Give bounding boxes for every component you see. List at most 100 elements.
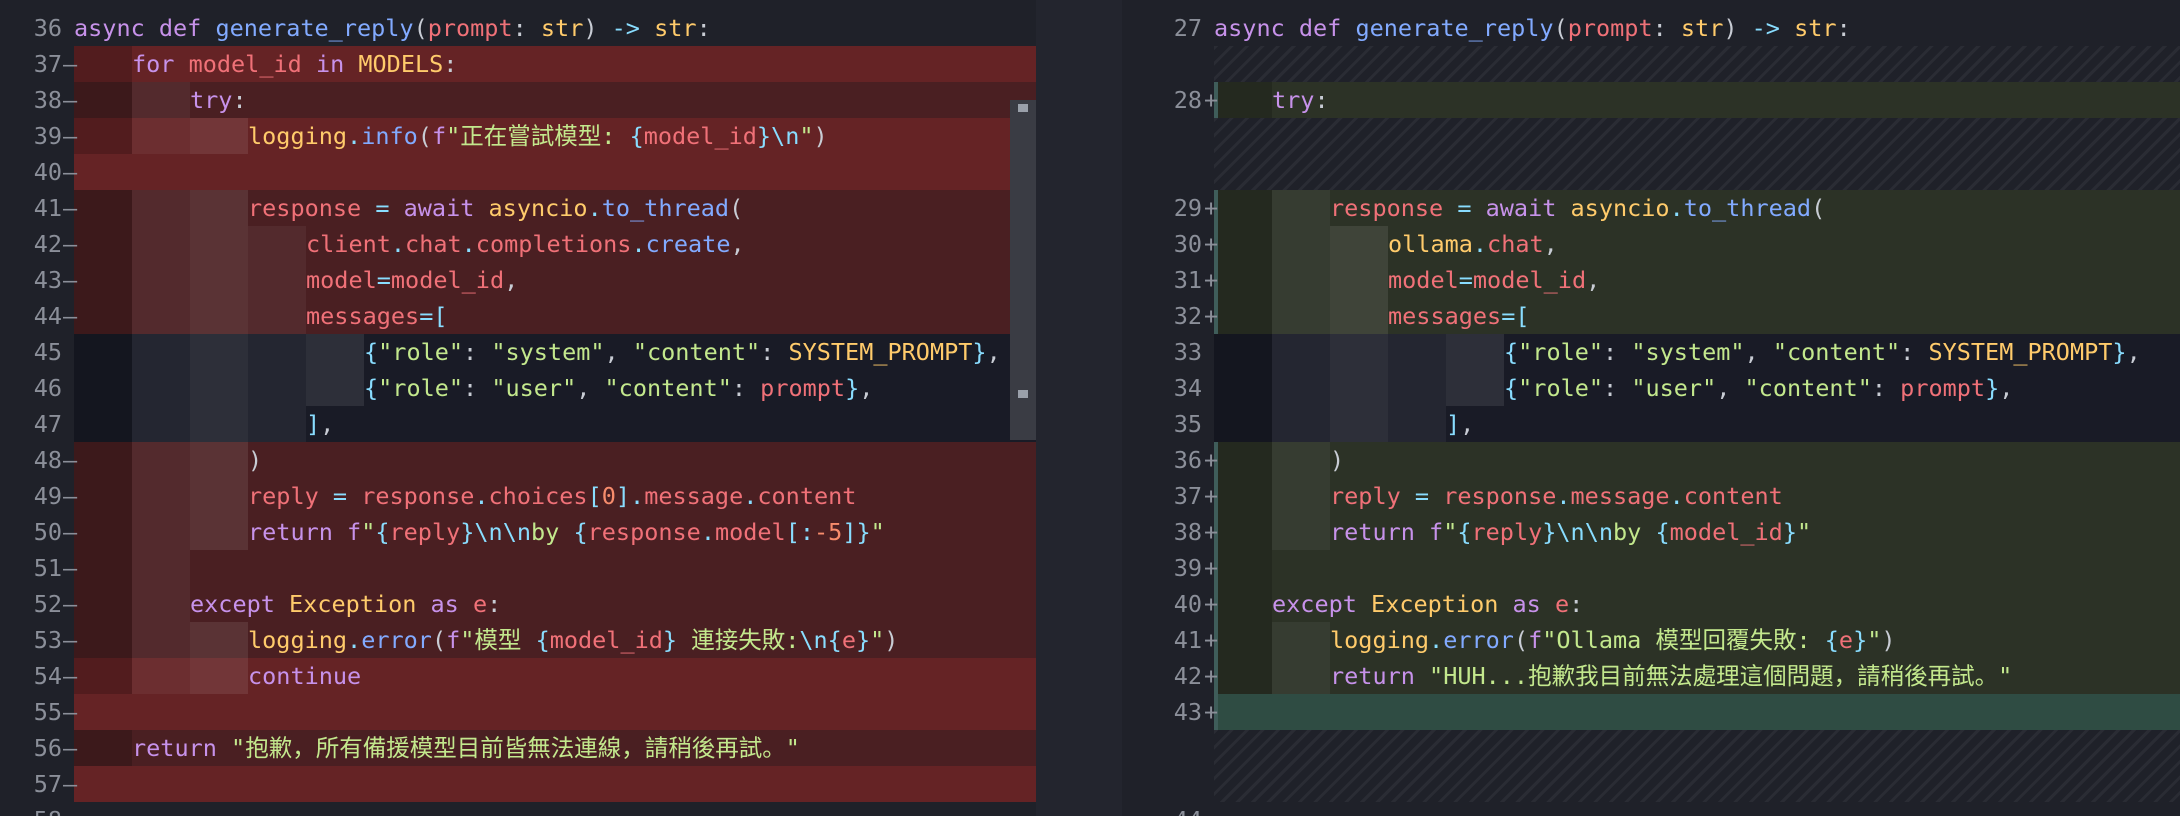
- code-line[interactable]: 42 + return "HUH...抱歉我目前無法處理這個問題，請稍後再試。": [1122, 658, 2180, 694]
- code-token: continue: [248, 662, 362, 690]
- code-line[interactable]: 41 + logging.error(f"Ollama 模型回覆失敗: {e}"): [1122, 622, 2180, 658]
- indent-guide: [74, 658, 132, 694]
- indent-guide: [74, 262, 132, 298]
- code-line[interactable]: 40—: [0, 154, 1036, 190]
- code-line[interactable]: 27 async def generate_reply(prompt: str) …: [1122, 10, 2180, 46]
- code-line[interactable]: 42— client.chat.completions.create,: [0, 226, 1036, 262]
- code-token: .: [587, 194, 602, 222]
- code-line[interactable]: 28 + try:: [1122, 82, 2180, 118]
- addition-marker: +: [1204, 266, 1219, 294]
- code-text: model=model_id,: [306, 262, 518, 298]
- code-line[interactable]: 30 + ollama.chat,: [1122, 226, 2180, 262]
- indent-guide: [132, 262, 190, 298]
- indent-guide: [132, 334, 190, 370]
- code-line[interactable]: 37— for model_id in MODELS:: [0, 46, 1036, 82]
- line-number: 40: [1173, 590, 1202, 618]
- code-line[interactable]: 35],: [1122, 406, 2180, 442]
- code-line[interactable]: 58: [0, 802, 1036, 816]
- code-token: e: [472, 590, 488, 618]
- code-token: }\n: [756, 122, 800, 150]
- code-token: "Ollama 模型回覆失敗:: [1542, 626, 1825, 654]
- indent-guide: [74, 226, 132, 262]
- code-token: .: [1556, 482, 1571, 510]
- code-line[interactable]: 43— model=model_id,: [0, 262, 1036, 298]
- code-token: "content": [604, 374, 732, 402]
- code-token: }: [2112, 338, 2127, 366]
- indent-guide: [1214, 334, 1272, 370]
- code-token: ,: [504, 266, 519, 294]
- code-line[interactable]: 36 +): [1122, 442, 2180, 478]
- indent-guide: [1330, 226, 1388, 262]
- line-highlight: [1214, 802, 2180, 816]
- code-token: ": [870, 626, 885, 654]
- code-token: return: [132, 734, 232, 762]
- code-token: response: [361, 482, 475, 510]
- code-line[interactable]: 38— try:: [0, 82, 1036, 118]
- indent-guide: [1214, 550, 1272, 586]
- indent-guide: [1214, 586, 1272, 622]
- code-line[interactable]: 34 {"role": "user", "content": prompt},: [1122, 370, 2180, 406]
- code-line[interactable]: 46 {"role": "user", "content": prompt},: [0, 370, 1036, 406]
- code-token: Exception: [289, 590, 431, 618]
- code-line[interactable]: 54— continue: [0, 658, 1036, 694]
- code-line[interactable]: 52— except Exception as e:: [0, 586, 1036, 622]
- code-token: by: [1613, 518, 1656, 546]
- code-line[interactable]: 53— logging.error(f"模型 {model_id} 連接失敗:\n…: [0, 622, 1036, 658]
- code-line[interactable]: 56— return "抱歉，所有備援模型目前皆無法連線，請稍後再試。": [0, 730, 1036, 766]
- code-line[interactable]: 55—: [0, 694, 1036, 730]
- code-line[interactable]: 32 + messages=[: [1122, 298, 2180, 334]
- code-line[interactable]: 41— response = await asyncio.to_thread(: [0, 190, 1036, 226]
- code-token: (: [1553, 14, 1568, 42]
- code-line[interactable]: 36 async def generate_reply(prompt: str) …: [0, 10, 1036, 46]
- minimap-scrollbar[interactable]: [1010, 100, 1036, 440]
- code-line[interactable]: 39— logging.info(f"正在嘗試模型: {model_id}\n"): [0, 118, 1036, 154]
- code-line[interactable]: 39 +: [1122, 550, 2180, 586]
- modified-file-pane[interactable]: 27 async def generate_reply(prompt: str) …: [1122, 10, 2180, 816]
- code-line[interactable]: 29 + response = await asyncio.to_thread(: [1122, 190, 2180, 226]
- code-line[interactable]: 40 + except Exception as e:: [1122, 586, 2180, 622]
- code-line[interactable]: 48—): [0, 442, 1036, 478]
- addition-marker: +: [1204, 518, 1219, 546]
- diff-editor: 36 async def generate_reply(prompt: str) …: [0, 0, 2180, 816]
- indent-guide: [1214, 82, 1272, 118]
- code-line[interactable]: 37 + reply = response.message.content: [1122, 478, 2180, 514]
- code-line[interactable]: 43 +: [1122, 694, 2180, 730]
- indent-guide: [190, 442, 248, 478]
- code-line[interactable]: 31 + model=model_id,: [1122, 262, 2180, 298]
- pane-divider[interactable]: [1036, 0, 1122, 816]
- code-token: ": [1796, 518, 1812, 546]
- indent-guide: [1330, 262, 1388, 298]
- code-token: "role": [1518, 374, 1604, 402]
- code-line[interactable]: 44: [1122, 802, 2180, 816]
- code-token: ": [870, 518, 885, 546]
- indent-guide: [1214, 298, 1272, 334]
- code-line[interactable]: 49— reply = response.choices[0].message.c…: [0, 478, 1036, 514]
- code-line[interactable]: 50— return f"{reply}\n\nby {response.mode…: [0, 514, 1036, 550]
- code-token: "抱歉，所有備援模型目前皆無法連線，請稍後再試。": [231, 734, 800, 762]
- code-line[interactable]: 45 {"role": "system", "content": SYSTEM_P…: [0, 334, 1036, 370]
- original-file-pane[interactable]: 36 async def generate_reply(prompt: str) …: [0, 10, 1036, 816]
- addition-marker: +: [1204, 194, 1219, 222]
- code-token: :: [1603, 374, 1632, 402]
- code-line[interactable]: 44— messages=[: [0, 298, 1036, 334]
- code-token: model_id: [390, 266, 505, 294]
- code-token: }: [845, 374, 860, 402]
- indent-guide: [1272, 370, 1330, 406]
- code-token: "模型: [460, 626, 536, 654]
- code-text: reply = response.choices[0].message.cont…: [248, 478, 856, 514]
- code-token: async: [74, 14, 159, 42]
- code-line[interactable]: 38 + return f"{reply}\n\nby {model_id}": [1122, 514, 2180, 550]
- code-token: except: [190, 590, 290, 618]
- code-line[interactable]: 47],: [0, 406, 1036, 442]
- addition-marker: +: [1204, 86, 1219, 114]
- code-token: }: [1985, 374, 2000, 402]
- code-line[interactable]: 51—: [0, 550, 1036, 586]
- code-token: 0: [601, 482, 616, 510]
- code-token: e: [1554, 590, 1570, 618]
- code-token: {: [1824, 626, 1839, 654]
- code-line[interactable]: 33 {"role": "system", "content": SYSTEM_P…: [1122, 334, 2180, 370]
- code-token: :: [731, 374, 761, 402]
- indent-guide: [1272, 298, 1330, 334]
- code-token: return: [1330, 518, 1430, 546]
- code-line[interactable]: 57—: [0, 766, 1036, 802]
